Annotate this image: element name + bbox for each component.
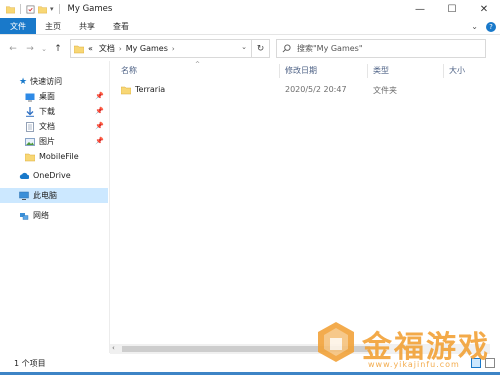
chevron-right-icon[interactable]: › xyxy=(119,45,122,53)
close-button[interactable]: ✕ xyxy=(468,0,500,18)
minimize-button[interactable]: — xyxy=(404,0,436,18)
sidebar-item-pictures[interactable]: 图片 📌 xyxy=(0,134,108,149)
quick-access-toolbar: ▾ xyxy=(6,4,62,14)
scroll-left-icon[interactable]: ‹ xyxy=(112,344,115,352)
sidebar-item-label: MobileFile xyxy=(39,152,79,161)
sidebar-item-this-pc[interactable]: 此电脑 xyxy=(0,188,108,203)
customize-toolbar-icon[interactable]: ▾ xyxy=(50,5,54,13)
sidebar-item-desktop[interactable]: 桌面 📌 xyxy=(0,89,108,104)
address-overflow[interactable]: « xyxy=(88,44,93,53)
up-button[interactable]: ↑ xyxy=(51,42,65,56)
watermark: 金福游戏 www.yikajinfu.com xyxy=(312,318,498,372)
pin-icon: 📌 xyxy=(95,107,104,115)
computer-icon xyxy=(19,191,29,200)
divider xyxy=(443,64,444,78)
sidebar-item-label: 快速访问 xyxy=(30,77,63,86)
cloud-icon xyxy=(19,172,29,179)
divider xyxy=(20,4,21,14)
watermark-url: www.yikajinfu.com xyxy=(368,360,460,369)
divider xyxy=(367,64,368,78)
column-header-size[interactable]: 大小 xyxy=(449,65,465,76)
file-type: 文件夹 xyxy=(373,86,397,95)
new-folder-icon[interactable] xyxy=(38,5,47,14)
navigation-bar: ← → ⌄ ↑ « 文档 › My Games › ⌄ ↻ 搜索"My Game… xyxy=(0,36,500,61)
pin-icon: 📌 xyxy=(95,137,104,145)
divider xyxy=(58,4,60,14)
chevron-right-icon[interactable]: › xyxy=(172,45,175,53)
ribbon-controls: ⌄ ? xyxy=(471,20,496,33)
table-row[interactable]: Terraria 2020/5/2 20:47 文件夹 xyxy=(110,83,490,98)
navigation-pane: ★ 快速访问 桌面 📌 下载 📌 文档 📌 图片 📌 MobileFile On… xyxy=(0,61,110,353)
file-list: ^ 名称 修改日期 类型 大小 Terraria 2020/5/2 20:47 … xyxy=(110,61,490,353)
file-name: Terraria xyxy=(135,85,166,94)
tab-home[interactable]: 主页 xyxy=(36,18,70,34)
sidebar-item-label: 桌面 xyxy=(39,92,55,101)
sidebar-item-network[interactable]: 网络 xyxy=(0,208,108,223)
desktop-icon xyxy=(25,93,35,101)
sidebar-item-label: 下载 xyxy=(39,107,55,116)
help-icon[interactable]: ? xyxy=(486,21,496,32)
divider xyxy=(279,64,280,78)
star-icon: ★ xyxy=(19,76,28,87)
properties-icon[interactable] xyxy=(26,5,35,14)
recent-locations-button[interactable]: ⌄ xyxy=(40,42,48,56)
maximize-button[interactable]: ☐ xyxy=(436,0,468,18)
ribbon-tabs: 文件 主页 共享 查看 ⌄ ? xyxy=(0,18,500,35)
sidebar-item-label: 文档 xyxy=(39,122,55,131)
back-button[interactable]: ← xyxy=(6,42,20,56)
sidebar-item-mobilefile[interactable]: MobileFile xyxy=(0,149,108,164)
address-bar[interactable]: « 文档 › My Games › ⌄ ↻ xyxy=(70,39,270,58)
sidebar-item-quick-access[interactable]: ★ 快速访问 xyxy=(0,74,108,89)
search-placeholder: 搜索"My Games" xyxy=(297,44,363,53)
sidebar-item-documents[interactable]: 文档 📌 xyxy=(0,119,108,134)
sidebar-item-downloads[interactable]: 下载 📌 xyxy=(0,104,108,119)
window-title: My Games xyxy=(67,4,113,14)
pin-icon: 📌 xyxy=(95,122,104,130)
item-count: 1 个项目 xyxy=(14,359,46,368)
search-box[interactable]: 搜索"My Games" xyxy=(276,39,486,58)
forward-button[interactable]: → xyxy=(23,42,37,56)
watermark-logo-icon xyxy=(318,322,354,362)
expand-ribbon-icon[interactable]: ⌄ xyxy=(471,22,478,31)
folder-icon xyxy=(74,45,84,53)
folder-icon xyxy=(121,86,131,95)
address-dropdown-icon[interactable]: ⌄ xyxy=(241,43,247,51)
tab-view[interactable]: 查看 xyxy=(104,18,138,34)
sidebar-item-label: 此电脑 xyxy=(33,191,57,200)
sidebar-item-label: OneDrive xyxy=(33,171,71,180)
sidebar-item-label: 图片 xyxy=(39,137,55,146)
sidebar-item-label: 网络 xyxy=(33,211,49,220)
document-icon xyxy=(26,121,34,132)
picture-icon xyxy=(25,137,35,146)
sort-ascending-icon: ^ xyxy=(195,61,201,68)
network-icon xyxy=(20,212,29,220)
download-icon xyxy=(26,106,34,117)
breadcrumb-documents[interactable]: 文档 xyxy=(99,43,115,54)
folder-icon xyxy=(25,153,35,161)
breadcrumb-my-games[interactable]: My Games xyxy=(126,44,168,53)
sidebar-item-onedrive[interactable]: OneDrive xyxy=(0,168,108,183)
pin-icon: 📌 xyxy=(95,92,104,100)
column-header-name[interactable]: 名称 xyxy=(121,65,137,76)
column-header-modified[interactable]: 修改日期 xyxy=(285,65,317,76)
tab-file[interactable]: 文件 xyxy=(0,18,36,34)
tab-share[interactable]: 共享 xyxy=(70,18,104,34)
vertical-scrollbar[interactable] xyxy=(490,61,500,344)
search-icon xyxy=(282,44,291,53)
folder-icon xyxy=(6,6,15,13)
refresh-button[interactable]: ↻ xyxy=(251,40,269,57)
file-modified: 2020/5/2 20:47 xyxy=(285,85,347,94)
title-bar: ▾ My Games — ☐ ✕ xyxy=(0,0,500,18)
column-header-type[interactable]: 类型 xyxy=(373,65,389,76)
window-controls: — ☐ ✕ xyxy=(404,0,500,18)
